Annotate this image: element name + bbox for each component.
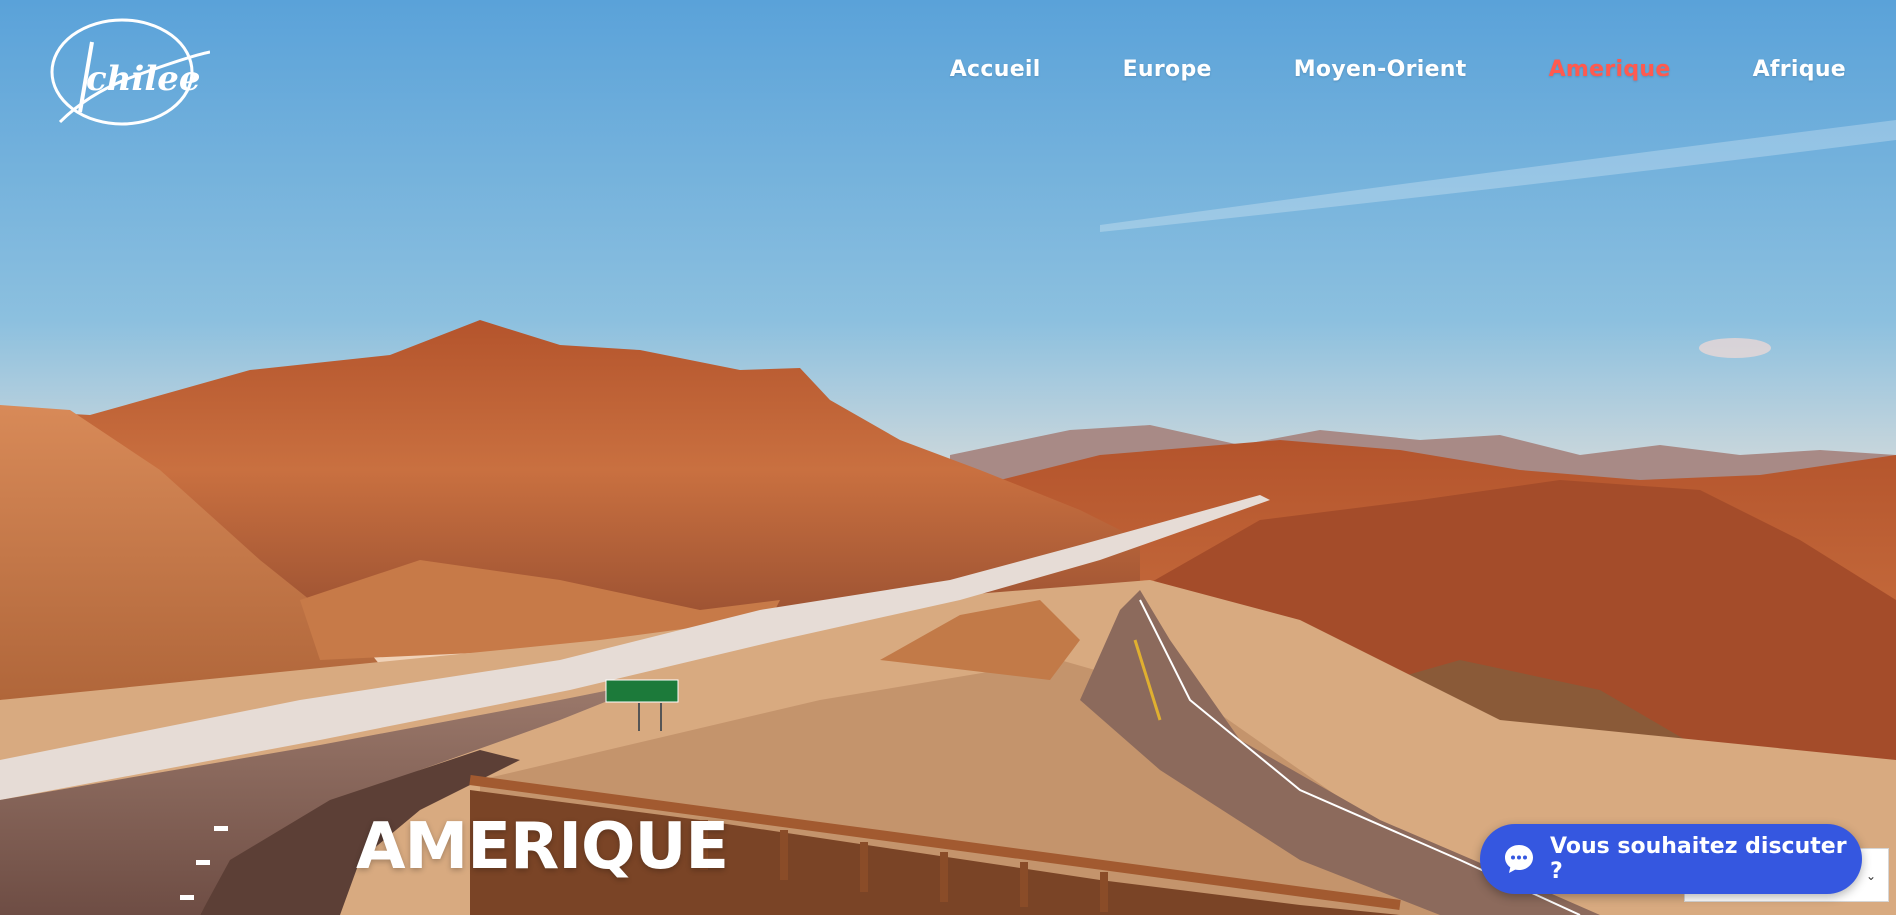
chat-button[interactable]: Vous souhaitez discuter ?: [1480, 824, 1862, 894]
nav-item-afrique[interactable]: Afrique: [1753, 57, 1846, 82]
nav-item-amerique[interactable]: Amerique: [1549, 57, 1671, 82]
nav-item-accueil[interactable]: Accueil: [950, 57, 1041, 82]
hero-background: [0, 0, 1896, 915]
chevron-down-icon: ⌄: [1865, 869, 1876, 883]
svg-text:chilee: chilee: [86, 59, 201, 99]
chat-bubble-icon: [1502, 842, 1536, 876]
nav-item-europe[interactable]: Europe: [1123, 57, 1212, 82]
page-title: AMERIQUE: [356, 810, 729, 884]
nav-item-moyen-orient[interactable]: Moyen-Orient: [1294, 57, 1467, 82]
chat-button-label: Vous souhaitez discuter ?: [1550, 834, 1847, 884]
brand-logo[interactable]: chilee: [40, 12, 211, 130]
main-nav: Accueil Europe Moyen-Orient Amerique Afr…: [868, 54, 1846, 84]
